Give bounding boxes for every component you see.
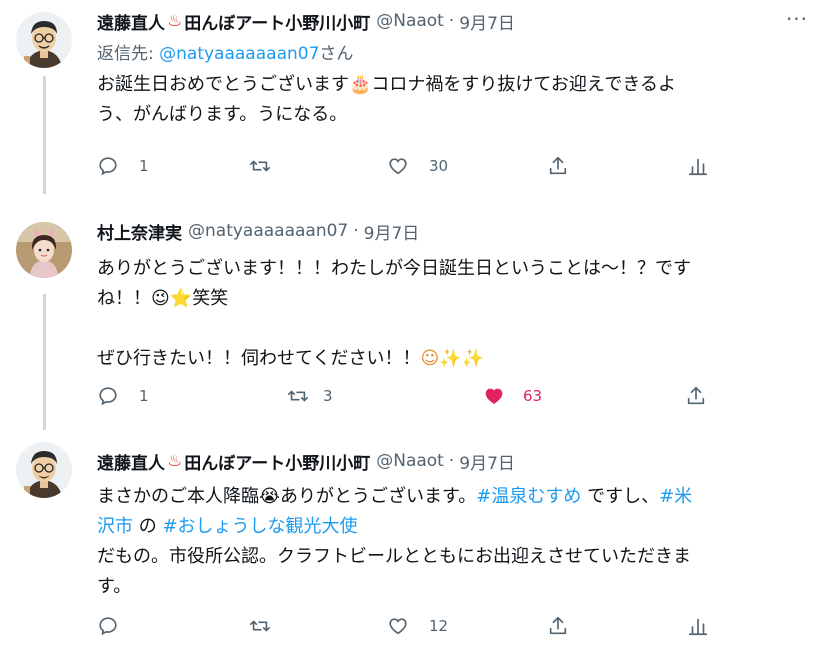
separator-dot: ·: [448, 451, 455, 471]
avatar[interactable]: [16, 442, 72, 498]
birthday-cake-icon: 🎂: [349, 74, 372, 95]
reply-button[interactable]: 1: [97, 150, 149, 182]
tweet-date[interactable]: 9月7日: [364, 219, 420, 244]
tweet-text-part: ありがとうございます。: [280, 486, 477, 507]
tweet-actions: 1 30: [97, 150, 717, 182]
share-button[interactable]: [685, 380, 707, 412]
tweet-date[interactable]: 9月7日: [459, 9, 515, 34]
timeline: 遠藤直人 ♨ 田んぼアート小野川小町 @Naaot · 9月7日 ··· 返信先…: [0, 0, 834, 648]
tweet-text-part: お誕生日おめでとうございます: [97, 74, 349, 95]
tweet-text-part: ありがとうございます！！！わたしが今日誕生日ということは〜！？です: [97, 258, 691, 279]
reply-suffix: さん: [319, 44, 354, 64]
like-count: 30: [429, 157, 449, 175]
avatar-image: [16, 442, 72, 498]
tweet-text: お誕生日おめでとうございます🎂コロナ禍をすり抜けてお迎えできるよ う、がんばりま…: [97, 70, 814, 130]
tweet-text-part: の: [133, 516, 163, 537]
tweet-text-part: まさかのご本人降臨: [97, 486, 259, 507]
avatar[interactable]: [16, 222, 72, 278]
tweet-text-part: ぜひ行きたい！！伺わせてください！！: [97, 348, 421, 369]
reply-icon: [99, 157, 117, 176]
tweet-text-part: う、がんばります。うになる。: [97, 104, 348, 125]
display-name-suffix[interactable]: 田んぼアート小野川小町: [184, 449, 370, 474]
tweet-text-part: ですし、: [581, 486, 660, 507]
user-handle[interactable]: @Naaot: [376, 11, 444, 31]
display-name[interactable]: 遠藤直人: [97, 9, 165, 34]
smiling-face-icon: ☺: [420, 348, 440, 369]
hot-springs-icon: ♨: [167, 11, 183, 31]
user-handle[interactable]: @Naaot: [376, 451, 444, 471]
more-icon[interactable]: ···: [780, 8, 814, 36]
share-icon: [549, 156, 567, 175]
like-icon: [389, 618, 407, 635]
tweet-header: 遠藤直人 ♨ 田んぼアート小野川小町 @Naaot · 9月7日: [97, 6, 814, 36]
analytics-button[interactable]: [687, 150, 709, 182]
like-button[interactable]: 12: [387, 610, 448, 642]
hashtag-link[interactable]: 沢市: [97, 516, 133, 537]
tweet[interactable]: 遠藤直人 ♨ 田んぼアート小野川小町 @Naaot · 9月7日 まさかのご本人…: [0, 430, 834, 648]
tweet-text: ありがとうございます！！！わたしが今日誕生日ということは〜！？です ね！！😉⭐笑…: [97, 254, 814, 374]
reply-count: 1: [139, 387, 149, 405]
retweet-count: 3: [323, 387, 333, 405]
like-button[interactable]: 63: [483, 380, 542, 412]
like-count: 12: [429, 617, 449, 635]
reply-icon: [99, 617, 117, 636]
separator-dot: ·: [353, 221, 359, 241]
sparkles-icon: ✨: [461, 348, 485, 369]
retweet-icon: [288, 390, 308, 402]
share-icon: [687, 386, 705, 405]
tweet-header: 遠藤直人 ♨ 田んぼアート小野川小町 @Naaot · 9月7日: [97, 446, 814, 476]
hot-springs-icon: ♨: [167, 451, 183, 471]
reply-handle-link[interactable]: @natyaaaaaaan07: [159, 44, 319, 64]
hashtag-link[interactable]: #米: [659, 486, 692, 507]
retweet-button[interactable]: [249, 150, 291, 182]
reply-prefix: 返信先:: [97, 44, 160, 64]
share-button[interactable]: [547, 610, 569, 642]
display-name[interactable]: 村上奈津実: [97, 219, 182, 244]
retweet-button[interactable]: [249, 610, 291, 642]
analytics-button[interactable]: [687, 610, 709, 642]
avatar-image: [16, 222, 72, 278]
like-icon: [389, 158, 407, 175]
share-button[interactable]: [547, 150, 569, 182]
sparkles-icon: ✨: [439, 348, 462, 369]
reply-icon: [99, 387, 117, 406]
tweet-text-part: ね！！: [97, 288, 151, 309]
tweet-text-part: す。: [97, 576, 132, 597]
tweet[interactable]: 村上奈津実 @natyaaaaaaan07 · 9月7日 ありがとうございます！…: [0, 200, 834, 430]
like-count: 63: [523, 387, 543, 405]
tweet-text: まさかのご本人降臨😭ありがとうございます。#温泉むすめ ですし、#米 沢市 の …: [97, 482, 814, 602]
like-icon: [485, 388, 503, 404]
crying-face-icon: 😭: [259, 486, 281, 507]
avatar[interactable]: [16, 12, 72, 68]
like-button[interactable]: 30: [387, 150, 448, 182]
analytics-icon: [688, 158, 708, 176]
tweet-actions: 12: [97, 610, 717, 642]
tweet-text-part: だもの。市役所公認。クラフトビールとともにお出迎えさせていただきま: [97, 546, 691, 567]
avatar-image: [16, 12, 72, 68]
separator-dot: ·: [448, 11, 455, 31]
reply-button[interactable]: 1: [97, 380, 149, 412]
tweet-actions: 1 3 63: [97, 380, 717, 412]
retweet-icon: [250, 160, 270, 172]
winking-face-icon: 😉: [151, 288, 170, 309]
hashtag-link[interactable]: #おしょうしな観光大使: [162, 516, 357, 537]
hashtag-link[interactable]: #温泉むすめ: [476, 486, 581, 507]
star-icon: ⭐: [169, 288, 193, 309]
display-name-suffix[interactable]: 田んぼアート小野川小町: [184, 9, 370, 34]
display-name[interactable]: 遠藤直人: [97, 449, 165, 474]
tweet-text-part: 笑笑: [192, 288, 229, 309]
reply-to: 返信先: @natyaaaaaaan07さん: [97, 40, 814, 68]
reply-button[interactable]: [97, 610, 139, 642]
retweet-button[interactable]: 3: [287, 380, 333, 412]
retweet-icon: [250, 620, 270, 632]
tweet-text-part: コロナ禍をすり抜けてお迎えできるよ: [371, 74, 676, 95]
tweet-header: 村上奈津実 @natyaaaaaaan07 · 9月7日: [97, 216, 814, 246]
reply-count: 1: [139, 157, 149, 175]
tweet[interactable]: 遠藤直人 ♨ 田んぼアート小野川小町 @Naaot · 9月7日 ··· 返信先…: [0, 0, 834, 200]
share-icon: [549, 616, 567, 635]
analytics-icon: [688, 618, 708, 636]
tweet-date[interactable]: 9月7日: [459, 449, 515, 474]
user-handle[interactable]: @natyaaaaaaan07: [188, 221, 348, 241]
